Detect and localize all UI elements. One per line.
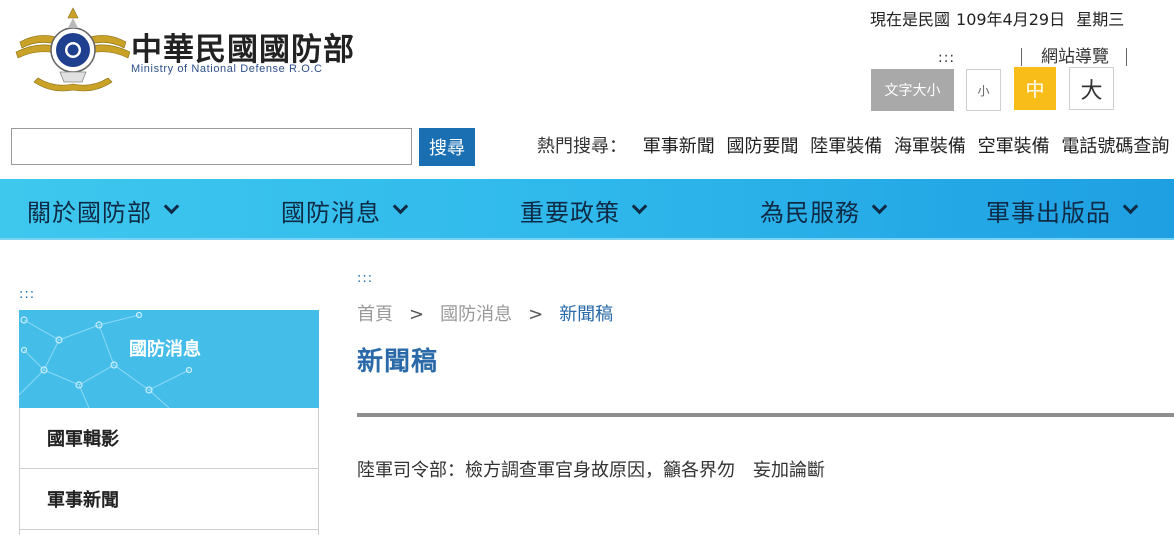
date-value: 109年4月29日 [956, 10, 1066, 29]
hot-search-item[interactable]: 空軍裝備 [978, 136, 1050, 157]
breadcrumb-home[interactable]: 首頁 [357, 304, 393, 325]
hot-search-item[interactable]: 海軍裝備 [894, 136, 966, 157]
nav-item-policy[interactable]: 重要政策 [520, 193, 648, 228]
nav-item-label: 國防消息 [281, 199, 381, 227]
date-prefix: 現在是民國 [870, 10, 951, 29]
site-subtitle[interactable]: Ministry of National Defense R.O.C [131, 63, 323, 75]
nav-item-label: 重要政策 [520, 199, 620, 227]
sidebar-header: 國防消息 [19, 310, 319, 408]
nav-item-label: 軍事出版品 [986, 199, 1111, 227]
chevron-down-icon [1122, 198, 1139, 215]
main-nav: 關於國防部 國防消息 重要政策 為民服務 軍事出版品 [0, 179, 1174, 240]
title-divider [357, 413, 1174, 417]
article-title-link[interactable]: 陸軍司令部：檢方調查軍官身故原因，籲各界勿 妄加論斷 [357, 456, 825, 482]
font-size-small-button[interactable]: 小 [966, 69, 1001, 111]
chevron-down-icon [163, 198, 180, 215]
chevron-down-icon [631, 198, 648, 215]
nav-item-label: 為民服務 [760, 199, 860, 227]
breadcrumb-section[interactable]: 國防消息 [440, 304, 512, 325]
nav-item-publications[interactable]: 軍事出版品 [986, 193, 1139, 228]
current-date: 現在是民國 109年4月29日 星期三 [870, 6, 1130, 30]
content-accesskey[interactable]: ::: [357, 271, 373, 286]
hot-search-item[interactable]: 軍事新聞 [643, 136, 715, 157]
sidebar-item[interactable] [20, 530, 318, 535]
date-weekday: 星期三 [1076, 10, 1125, 29]
header-accesskey[interactable]: ::: [938, 50, 955, 66]
breadcrumb-current[interactable]: 新聞稿 [559, 304, 613, 325]
hot-search: 熱門搜尋： 軍事新聞 國防要聞 陸軍裝備 海軍裝備 空軍裝備 電話號碼查詢 [537, 132, 1174, 158]
search-input[interactable] [11, 128, 412, 165]
sitemap-link[interactable]: 網站導覽 [1041, 47, 1109, 67]
breadcrumb-separator: > [528, 304, 544, 325]
nav-item-label: 關於國防部 [27, 199, 152, 227]
breadcrumb: 首頁 > 國防消息 > 新聞稿 [357, 300, 613, 326]
page-title: 新聞稿 [357, 347, 439, 377]
font-size-large-button[interactable]: 大 [1069, 67, 1114, 110]
nav-item-news[interactable]: 國防消息 [281, 193, 409, 228]
search-button[interactable]: 搜尋 [419, 128, 475, 166]
hot-search-item[interactable]: 電話號碼查詢 [1061, 136, 1169, 157]
nav-item-services[interactable]: 為民服務 [760, 193, 888, 228]
breadcrumb-separator: > [409, 304, 425, 325]
sidebar-header-title: 國防消息 [129, 339, 201, 360]
hot-search-label: 熱門搜尋： [537, 136, 627, 157]
top-links: ::: 網站導覽 [938, 42, 1128, 67]
sidebar-item-military-gallery[interactable]: 國軍輯影 [20, 408, 318, 469]
divider [1126, 48, 1128, 66]
font-size-label: 文字大小 [871, 69, 954, 111]
ministry-logo[interactable] [12, 2, 131, 94]
hot-search-item[interactable]: 國防要聞 [726, 136, 798, 157]
chevron-down-icon [392, 198, 409, 215]
nav-item-about[interactable]: 關於國防部 [27, 193, 180, 228]
sidebar-menu: 國軍輯影 軍事新聞 [19, 408, 319, 535]
chevron-down-icon [871, 198, 888, 215]
hot-search-item[interactable]: 陸軍裝備 [810, 136, 882, 157]
font-size-medium-button[interactable]: 中 [1014, 67, 1056, 110]
sidebar-item-military-news[interactable]: 軍事新聞 [20, 469, 318, 530]
sidebar-accesskey[interactable]: ::: [19, 287, 35, 302]
divider [1020, 48, 1022, 66]
